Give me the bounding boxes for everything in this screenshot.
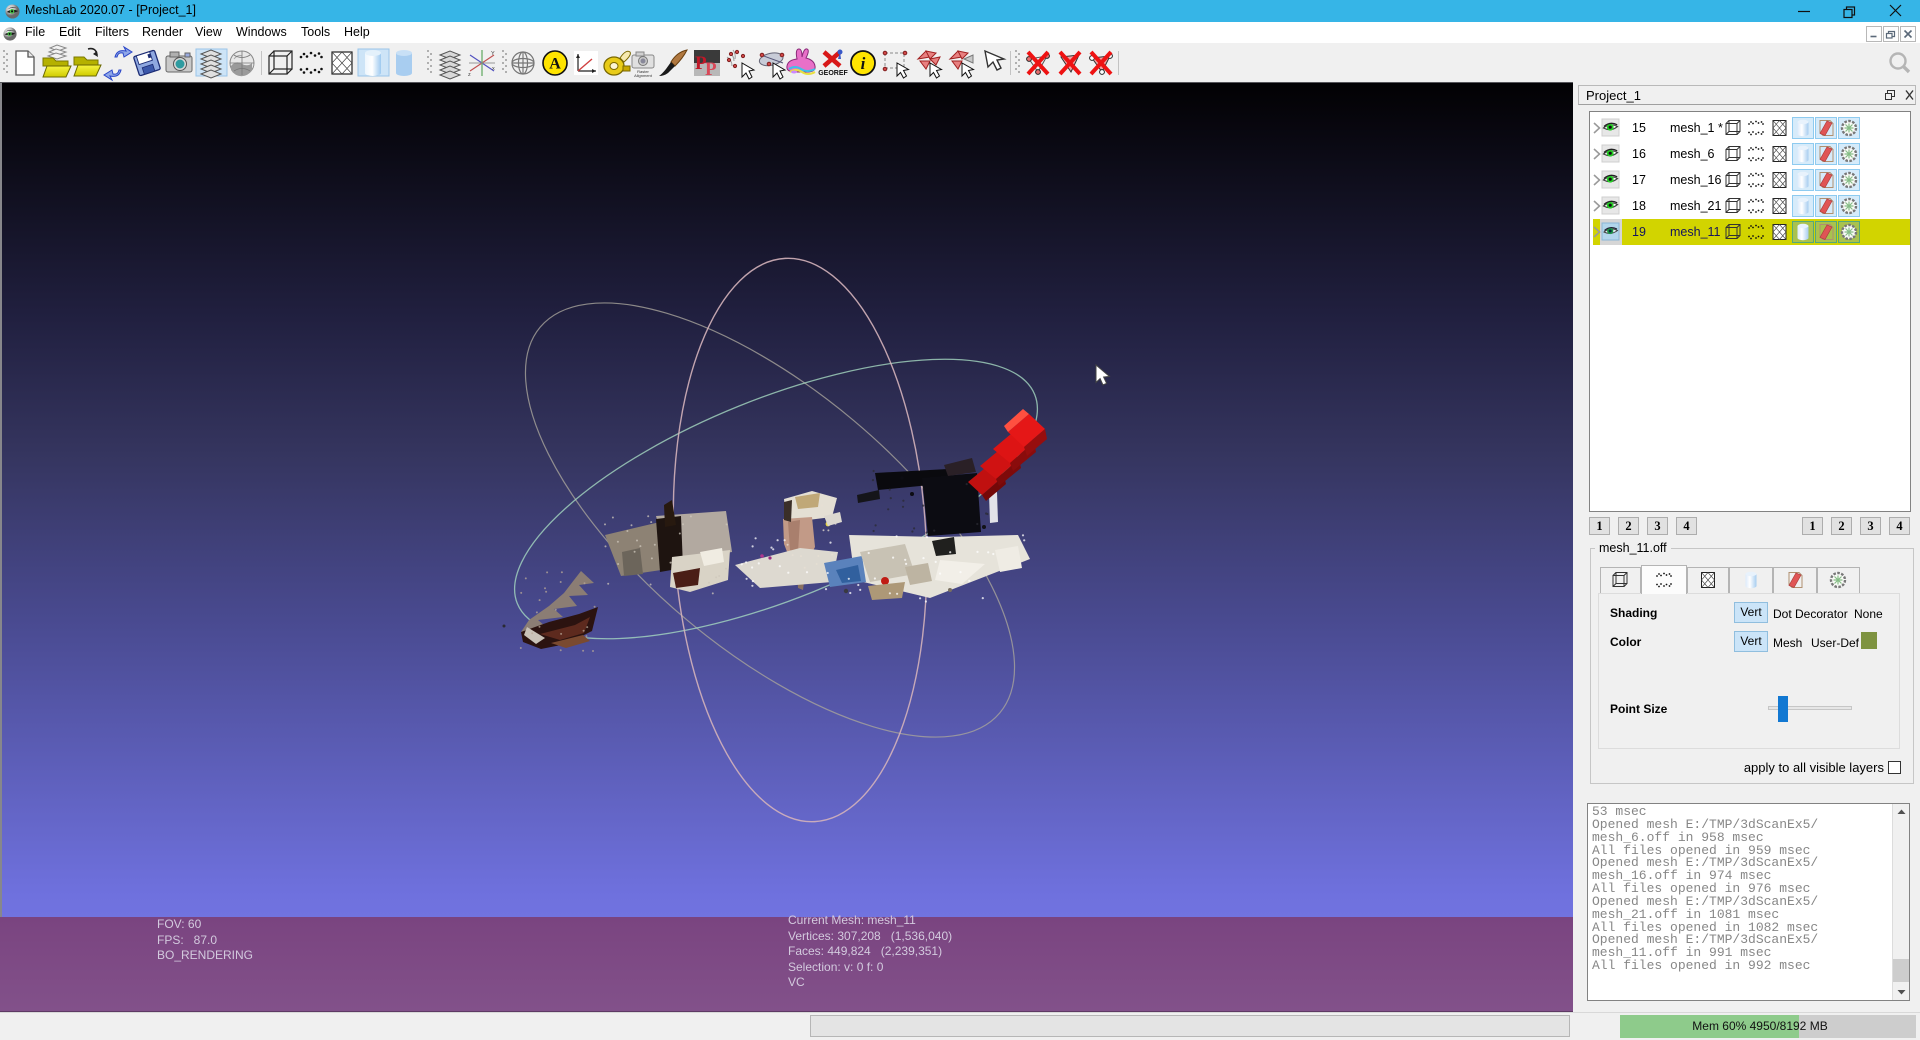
svg-text:z: z (468, 72, 471, 78)
svg-text:Alignment: Alignment (634, 73, 653, 78)
svg-text:x: x (492, 66, 495, 72)
svg-text:P: P (705, 59, 717, 80)
svg-text:A: A (549, 56, 561, 73)
svg-text:i: i (861, 54, 866, 73)
svg-text:GEOREF: GEOREF (818, 70, 848, 77)
svg-text:Y: Y (491, 51, 495, 57)
